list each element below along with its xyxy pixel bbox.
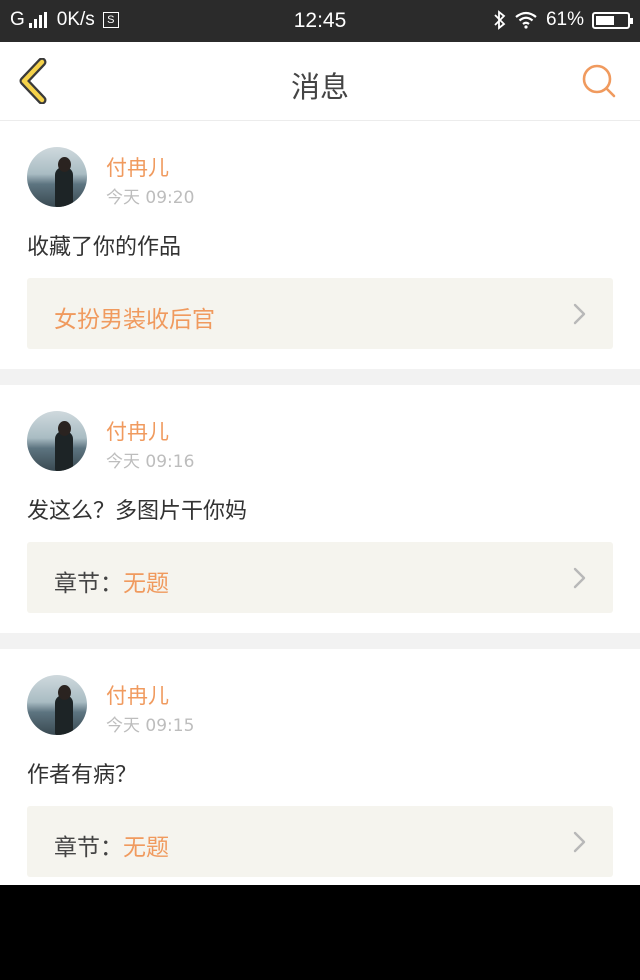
chevron-right-icon — [573, 303, 586, 325]
bluetooth-icon — [494, 10, 506, 30]
chevron-right-icon — [573, 831, 586, 853]
nav-header: 消息 — [0, 42, 640, 121]
user-name[interactable]: 付冉儿 — [106, 680, 169, 710]
status-bar: G 0K/s S 12:45 61% — [0, 0, 640, 42]
battery-fill — [596, 15, 614, 25]
message-card: 付冉儿 今天 09:16 发这么？多图片干你妈 章节：无题 — [0, 385, 640, 633]
search-button[interactable] — [580, 62, 618, 100]
reference-title: 女扮男装收后官 — [54, 307, 215, 333]
message-time: 今天 09:15 — [106, 716, 195, 736]
reference-prefix: 章节： — [54, 835, 123, 861]
status-right: 61% — [494, 9, 633, 31]
message-time: 今天 09:20 — [106, 188, 195, 208]
battery-icon — [592, 11, 633, 29]
reference-title: 无题 — [123, 835, 169, 861]
reference-text: 女扮男装收后官 — [54, 300, 215, 334]
chapter-reference[interactable]: 章节：无题 — [27, 542, 613, 613]
battery-percent: 61% — [545, 9, 584, 30]
page-title: 消息 — [290, 70, 349, 104]
message-time: 今天 09:16 — [106, 452, 195, 472]
message-text: 发这么？多图片干你妈 — [27, 499, 248, 524]
message-text: 作者有病？ — [27, 763, 138, 788]
message-text: 收藏了你的作品 — [27, 235, 182, 260]
reference-text: 章节：无题 — [54, 564, 169, 598]
reference-title: 无题 — [123, 571, 169, 597]
avatar[interactable] — [27, 675, 87, 735]
user-name[interactable]: 付冉儿 — [106, 152, 169, 182]
message-list: 付冉儿 今天 09:20 收藏了你的作品 女扮男装收后官 付冉儿 今天 09:1… — [0, 121, 640, 897]
search-icon — [582, 64, 616, 98]
work-reference[interactable]: 女扮男装收后官 — [27, 278, 613, 349]
user-name[interactable]: 付冉儿 — [106, 416, 169, 446]
message-card: 付冉儿 今天 09:15 作者有病？ 章节：无题 — [0, 649, 640, 897]
wifi-icon — [515, 11, 537, 29]
avatar[interactable] — [27, 147, 87, 207]
reference-text: 章节：无题 — [54, 828, 169, 862]
divider — [0, 633, 640, 649]
chapter-reference[interactable]: 章节：无题 — [27, 806, 613, 877]
chevron-right-icon — [573, 567, 586, 589]
avatar[interactable] — [27, 411, 87, 471]
reference-prefix: 章节： — [54, 571, 123, 597]
divider — [0, 369, 640, 385]
redaction-area — [0, 885, 640, 980]
message-card: 付冉儿 今天 09:20 收藏了你的作品 女扮男装收后官 — [0, 121, 640, 369]
